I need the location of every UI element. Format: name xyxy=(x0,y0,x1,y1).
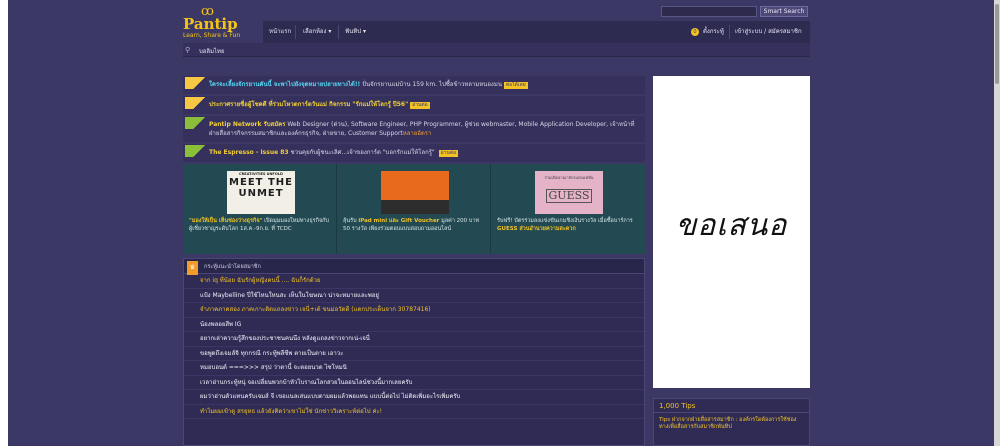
login-register-link[interactable]: เข้าสู่ระบบ / สมัครสมาชิก xyxy=(735,21,802,43)
pantip-logo[interactable]: ꝏ Pantip Learn, Share & Fun xyxy=(183,5,243,40)
nav-divider xyxy=(338,25,339,39)
recommended-threads: ♛ กระทู้แนะนำโดยสมาชิก จาก iq ที่น้อย ฉั… xyxy=(183,258,645,446)
tips-title[interactable]: 1,000 Tips xyxy=(654,399,809,413)
green-ribbon-icon xyxy=(185,145,207,157)
announcement-text: ชวนคุยกับผู้ชนะเลิศ...เจ้าของการ์ด "บอกร… xyxy=(288,149,437,156)
search-input[interactable] xyxy=(661,6,757,17)
nav-item-choose-room[interactable]: เลือกห้อง ▾ xyxy=(303,21,331,43)
green-ribbon-icon xyxy=(185,117,207,129)
list-item[interactable]: เวลาอ่านกระทู้หนุ่ จอเปลี่ยนพวกบ้าหัวโบร… xyxy=(184,376,644,390)
tips-lead: Tips xyxy=(659,417,671,423)
guess-promo-image[interactable]: ร่วมเปิดอาณาจักรแห่งแฟชั่น GUESS xyxy=(535,171,603,214)
location-pin-icon: ⚲ xyxy=(185,46,191,54)
logo-tagline: Learn, Share & Fun xyxy=(183,32,241,39)
announcement-title[interactable]: ใครจะเลี้ยงจักรยานคันนี้ จะพาไปยังจุดหมา… xyxy=(209,81,360,88)
announcement-item[interactable]: ใครจะเลี้ยงจักรยานคันนี้ จะพาไปยังจุดหมา… xyxy=(183,76,645,94)
trophy-icon: ♛ xyxy=(187,261,198,275)
notification-badge[interactable]: 0 xyxy=(691,28,699,36)
list-item[interactable]: จำภาคภาคสอง ภาคเกาะติดแถลงข่าว เจนี่+เต้… xyxy=(184,303,644,318)
announcement-item[interactable]: The Espresso - Issue 83 ชวนคุยกับผู้ชนะเ… xyxy=(183,144,645,162)
advertisement-text: ขอเสนอ xyxy=(675,208,788,243)
card-caption-prefix: ลุ้นรับ xyxy=(343,218,359,224)
list-item[interactable]: ผมว่าอ่านตัวแทนครับเจมส์ จี เขอแนลเล่นแบ… xyxy=(184,390,644,405)
feature-card[interactable]: ร่วมเปิดอาณาจักรแห่งแฟชั่น GUESS รับฟรี!… xyxy=(491,164,645,254)
feature-cards: CREATIVITIES UNFOLD MEET THE UNMET "มองใ… xyxy=(183,164,645,254)
list-item[interactable]: แป้ง Maybelline ปี่ใช้ไหนใหนสะ เห็นในโฆษ… xyxy=(184,289,644,303)
announcement-title[interactable]: Pantip Network รับสมัคร xyxy=(209,121,285,128)
left-page-edge xyxy=(0,0,8,446)
nav-item-settings[interactable]: ตั้งกระทู้ xyxy=(703,21,724,43)
announcement-item[interactable]: Pantip Network รับสมัคร Web Designer (ด่… xyxy=(183,116,645,142)
list-item[interactable]: ขอพูดถึงเจมส์จิ ทุกกรณี กระทู้พลีชีพ ตาย… xyxy=(184,347,644,361)
card-caption: "มองให้เป็น เห็นช่องว่างธุรกิจ" เปิดมุมม… xyxy=(189,217,331,233)
tips-panel: 1,000 Tips Tips ฝากจากฝ่ายสื่อสารสมาชิก … xyxy=(653,398,810,446)
yellow-ribbon-icon xyxy=(185,77,207,89)
nav-divider xyxy=(729,25,730,39)
nav-divider xyxy=(295,25,296,39)
announcement-text: ปั่นจักรยานแม่บ้าน 159 km. ไปซื้อข้าวหลา… xyxy=(360,81,502,88)
nav-item-home[interactable]: หน้าแรก xyxy=(269,21,291,43)
tips-text: ฝากจากฝ่ายสื่อสารสมาชิก : องค์กรใดต้องกา… xyxy=(659,417,797,430)
ipad-promo-image[interactable] xyxy=(381,171,449,214)
card-caption-highlight[interactable]: iPad mini และ Gift Voucher xyxy=(358,218,439,224)
announcement-tail[interactable]: หลายอัตรา xyxy=(403,130,432,137)
card-caption: ลุ้นรับ iPad mini และ Gift Voucher มูลค่… xyxy=(343,217,485,233)
image-headline: MEET THE UNMET xyxy=(229,177,293,199)
advertisement-panel[interactable]: ขอเสนอ xyxy=(653,76,810,388)
yellow-ribbon-icon xyxy=(185,97,207,109)
announcement-title[interactable]: ประกาศรายชื่อผู้โชคดี ที่ร่วมโหวตการ์ตวั… xyxy=(209,101,408,108)
feature-card[interactable]: CREATIVITIES UNFOLD MEET THE UNMET "มองใ… xyxy=(183,164,337,254)
card-caption-highlight[interactable]: "มองให้เป็น เห็นช่องว่างธุรกิจ" xyxy=(189,218,262,224)
list-item[interactable]: น้องพลอยสีพ IG xyxy=(184,318,644,332)
nav-item-funtip[interactable]: ฟันทิป ▾ xyxy=(345,21,366,43)
image-kicker: ร่วมเปิดอาณาจักรแห่งแฟชั่น xyxy=(544,175,594,180)
scrollbar[interactable] xyxy=(994,0,1000,446)
read-more-button[interactable]: ต่อได้เลย xyxy=(503,82,528,89)
breadcrumb: ⚲ บอลิมไทย xyxy=(183,43,810,57)
breadcrumb-label[interactable]: บอลิมไทย xyxy=(199,46,225,56)
recommended-title: กระทู้แนะนำโดยสมาชิก xyxy=(204,264,261,270)
feature-card[interactable]: ลุ้นรับ iPad mini และ Gift Voucher มูลค่… xyxy=(337,164,491,254)
card-caption: รับฟรี! บัตรร่วมลงแข่งขันเกมชิงเงินรางวั… xyxy=(497,217,639,233)
announcement-title[interactable]: The Espresso - Issue 83 xyxy=(209,149,289,156)
logo-name: Pantip xyxy=(183,15,238,33)
recommended-header: ♛ กระทู้แนะนำโดยสมาชิก xyxy=(184,259,644,275)
meet-the-unmet-image[interactable]: CREATIVITIES UNFOLD MEET THE UNMET xyxy=(227,171,295,214)
list-item[interactable]: จาก iq ที่น้อย ฉันรักผู้หญิงคนนี้ .... ฉ… xyxy=(184,274,644,289)
list-item[interactable]: ทำไมผมเข้าดู สรยุทธ แล้วยังคิดว่าเขาไม่ใ… xyxy=(184,405,644,419)
list-item[interactable]: หมอบอนด์ ===>>> สรุป ว่าตานี้ จะตอยนวด ไ… xyxy=(184,361,644,376)
card-caption-highlight[interactable]: GUESS ส่วนอำนวยความสะดวก xyxy=(497,226,576,232)
announcement-item[interactable]: ประกาศรายชื่อผู้โชคดี ที่ร่วมโหวตการ์ตวั… xyxy=(183,96,645,114)
tips-body: Tips ฝากจากฝ่ายสื่อสารสมาชิก : องค์กรใดต… xyxy=(654,413,809,431)
image-headline: GUESS xyxy=(545,189,593,203)
main-nav: หน้าแรก เลือกห้อง ▾ ฟันทิป ▾ 0 ตั้งกระทู… xyxy=(263,21,810,43)
list-item[interactable]: อยากเล่าความรู้สึกของประชาชนคนนึง หลังดู… xyxy=(184,332,644,347)
scrollbar-thumb[interactable] xyxy=(995,4,999,84)
smart-search-button[interactable]: Smart Search xyxy=(760,6,808,17)
card-caption-prefix: รับฟรี! บัตรร่วมลงแข่งขันเกมชิงเงินรางวั… xyxy=(497,218,633,224)
read-more-button[interactable]: อ่านต่อ xyxy=(438,150,459,157)
read-more-button[interactable]: อ่านต่อ xyxy=(410,102,430,109)
